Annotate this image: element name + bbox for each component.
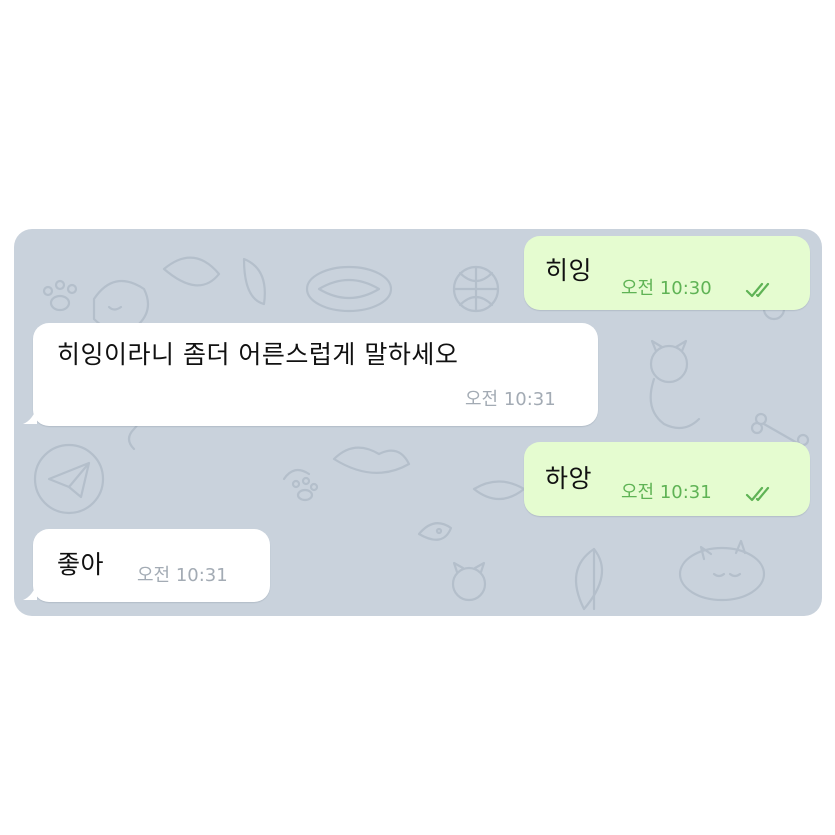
chat-panel: 히잉 오전 10:30 히잉이라니 좀더 어른스럽게 말하세오 오전 10:31… <box>14 229 822 616</box>
bubble-tail <box>23 582 37 600</box>
message-bubble-incoming[interactable]: 좋아 오전 10:31 <box>33 529 270 602</box>
message-bubble-incoming[interactable]: 히잉이라니 좀더 어른스럽게 말하세오 오전 10:31 <box>33 323 598 426</box>
message-time: 오전 10:31 <box>137 565 228 586</box>
message-text: 히잉 <box>545 256 593 285</box>
double-check-icon <box>745 486 770 502</box>
double-check-icon <box>745 282 770 298</box>
message-time: 오전 10:31 <box>465 389 556 410</box>
bubble-tail <box>23 406 37 424</box>
message-time: 오전 10:30 <box>621 278 712 299</box>
message-bubble-outgoing[interactable]: 하앙 오전 10:31 <box>524 442 810 516</box>
message-text: 좋아 <box>57 550 105 579</box>
message-time: 오전 10:31 <box>621 482 712 503</box>
message-bubble-outgoing[interactable]: 히잉 오전 10:30 <box>524 236 810 310</box>
message-text: 히잉이라니 좀더 어른스럽게 말하세오 <box>57 340 459 369</box>
message-text: 하앙 <box>545 464 593 493</box>
